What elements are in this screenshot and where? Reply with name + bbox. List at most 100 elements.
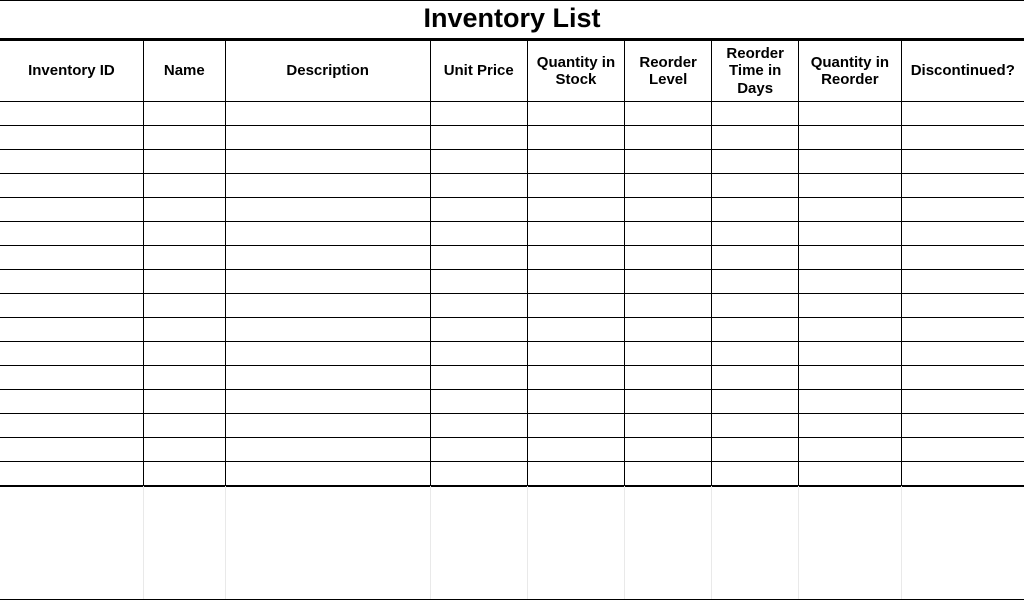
cell-name[interactable]	[143, 437, 225, 461]
cell-discontinued[interactable]	[901, 293, 1024, 317]
cell-discontinued[interactable]	[901, 197, 1024, 221]
cell-unit_price[interactable]	[430, 293, 527, 317]
cell-quantity_in_reorder[interactable]	[799, 413, 901, 437]
cell-reorder_level[interactable]	[625, 317, 712, 341]
empty-cell[interactable]	[625, 486, 712, 599]
cell-inventory_id[interactable]	[0, 461, 143, 485]
cell-discontinued[interactable]	[901, 461, 1024, 485]
cell-quantity_in_reorder[interactable]	[799, 173, 901, 197]
cell-description[interactable]	[225, 221, 430, 245]
cell-name[interactable]	[143, 197, 225, 221]
cell-reorder_time_days[interactable]	[712, 389, 799, 413]
cell-quantity_in_stock[interactable]	[527, 293, 624, 317]
cell-reorder_level[interactable]	[625, 341, 712, 365]
cell-quantity_in_stock[interactable]	[527, 365, 624, 389]
cell-reorder_level[interactable]	[625, 149, 712, 173]
cell-unit_price[interactable]	[430, 221, 527, 245]
cell-discontinued[interactable]	[901, 149, 1024, 173]
empty-cell[interactable]	[799, 486, 901, 599]
cell-inventory_id[interactable]	[0, 341, 143, 365]
cell-quantity_in_reorder[interactable]	[799, 293, 901, 317]
cell-discontinued[interactable]	[901, 173, 1024, 197]
cell-name[interactable]	[143, 293, 225, 317]
cell-name[interactable]	[143, 341, 225, 365]
cell-quantity_in_stock[interactable]	[527, 269, 624, 293]
cell-quantity_in_reorder[interactable]	[799, 149, 901, 173]
empty-cell[interactable]	[225, 486, 430, 599]
cell-unit_price[interactable]	[430, 365, 527, 389]
cell-quantity_in_stock[interactable]	[527, 101, 624, 125]
cell-name[interactable]	[143, 173, 225, 197]
cell-discontinued[interactable]	[901, 221, 1024, 245]
cell-quantity_in_stock[interactable]	[527, 197, 624, 221]
cell-reorder_level[interactable]	[625, 125, 712, 149]
cell-quantity_in_reorder[interactable]	[799, 437, 901, 461]
cell-quantity_in_stock[interactable]	[527, 317, 624, 341]
cell-quantity_in_stock[interactable]	[527, 461, 624, 485]
cell-name[interactable]	[143, 413, 225, 437]
cell-inventory_id[interactable]	[0, 389, 143, 413]
cell-description[interactable]	[225, 269, 430, 293]
cell-reorder_time_days[interactable]	[712, 365, 799, 389]
cell-unit_price[interactable]	[430, 125, 527, 149]
cell-reorder_time_days[interactable]	[712, 341, 799, 365]
cell-inventory_id[interactable]	[0, 269, 143, 293]
cell-reorder_level[interactable]	[625, 293, 712, 317]
cell-quantity_in_reorder[interactable]	[799, 269, 901, 293]
cell-discontinued[interactable]	[901, 341, 1024, 365]
cell-reorder_level[interactable]	[625, 461, 712, 485]
cell-name[interactable]	[143, 365, 225, 389]
cell-reorder_level[interactable]	[625, 365, 712, 389]
cell-inventory_id[interactable]	[0, 173, 143, 197]
cell-description[interactable]	[225, 245, 430, 269]
cell-description[interactable]	[225, 317, 430, 341]
cell-reorder_time_days[interactable]	[712, 413, 799, 437]
cell-reorder_time_days[interactable]	[712, 173, 799, 197]
cell-description[interactable]	[225, 149, 430, 173]
cell-unit_price[interactable]	[430, 197, 527, 221]
cell-name[interactable]	[143, 149, 225, 173]
cell-description[interactable]	[225, 341, 430, 365]
cell-quantity_in_reorder[interactable]	[799, 341, 901, 365]
cell-discontinued[interactable]	[901, 389, 1024, 413]
cell-unit_price[interactable]	[430, 101, 527, 125]
cell-unit_price[interactable]	[430, 461, 527, 485]
cell-inventory_id[interactable]	[0, 221, 143, 245]
empty-cell[interactable]	[712, 486, 799, 599]
cell-reorder_time_days[interactable]	[712, 293, 799, 317]
cell-reorder_time_days[interactable]	[712, 437, 799, 461]
empty-cell[interactable]	[0, 486, 143, 599]
cell-inventory_id[interactable]	[0, 125, 143, 149]
cell-reorder_level[interactable]	[625, 101, 712, 125]
cell-description[interactable]	[225, 293, 430, 317]
cell-unit_price[interactable]	[430, 341, 527, 365]
cell-reorder_time_days[interactable]	[712, 317, 799, 341]
cell-name[interactable]	[143, 245, 225, 269]
cell-unit_price[interactable]	[430, 389, 527, 413]
cell-quantity_in_stock[interactable]	[527, 221, 624, 245]
cell-name[interactable]	[143, 317, 225, 341]
cell-quantity_in_stock[interactable]	[527, 125, 624, 149]
cell-quantity_in_stock[interactable]	[527, 149, 624, 173]
cell-inventory_id[interactable]	[0, 437, 143, 461]
cell-quantity_in_reorder[interactable]	[799, 461, 901, 485]
cell-reorder_time_days[interactable]	[712, 149, 799, 173]
cell-quantity_in_reorder[interactable]	[799, 221, 901, 245]
cell-unit_price[interactable]	[430, 269, 527, 293]
cell-discontinued[interactable]	[901, 413, 1024, 437]
cell-quantity_in_stock[interactable]	[527, 413, 624, 437]
cell-reorder_level[interactable]	[625, 413, 712, 437]
cell-discontinued[interactable]	[901, 245, 1024, 269]
cell-reorder_time_days[interactable]	[712, 461, 799, 485]
cell-discontinued[interactable]	[901, 125, 1024, 149]
cell-name[interactable]	[143, 101, 225, 125]
cell-discontinued[interactable]	[901, 437, 1024, 461]
cell-quantity_in_reorder[interactable]	[799, 389, 901, 413]
cell-description[interactable]	[225, 101, 430, 125]
cell-quantity_in_reorder[interactable]	[799, 101, 901, 125]
cell-quantity_in_stock[interactable]	[527, 389, 624, 413]
cell-discontinued[interactable]	[901, 101, 1024, 125]
cell-quantity_in_reorder[interactable]	[799, 317, 901, 341]
cell-reorder_time_days[interactable]	[712, 245, 799, 269]
cell-reorder_level[interactable]	[625, 437, 712, 461]
